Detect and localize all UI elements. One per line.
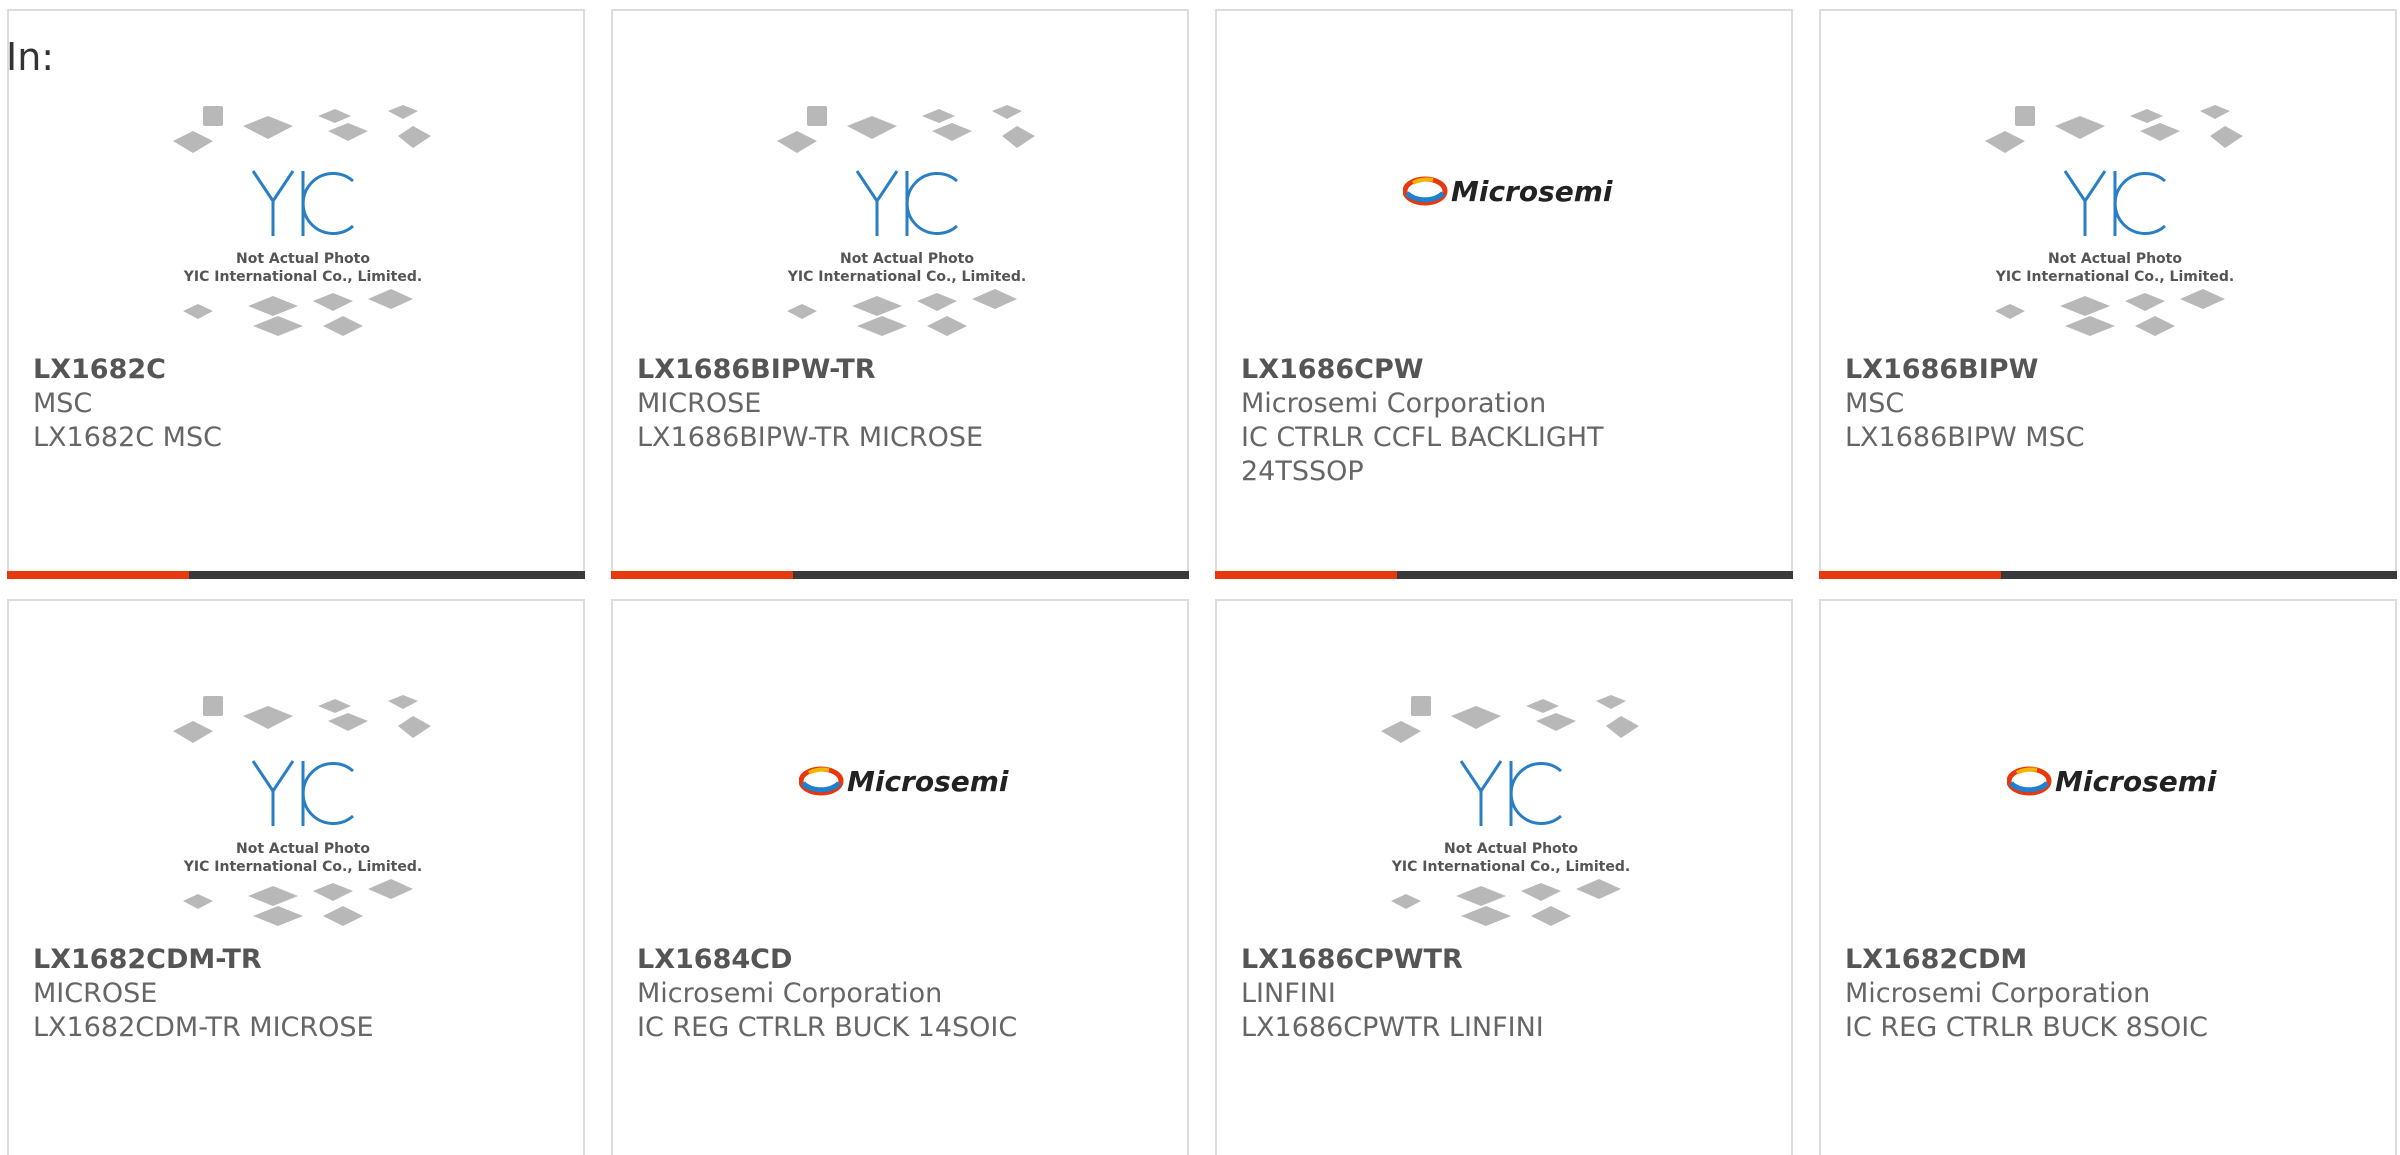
microsemi-logo-text: Microsemi xyxy=(2055,765,2217,798)
microsemi-logo-text: Microsemi xyxy=(1451,175,1613,208)
product-grid: Not Actual Photo YIC International Co., … xyxy=(0,0,2400,1155)
part-number[interactable]: LX1686CPWTR xyxy=(1241,943,1761,977)
placeholder-caption-1: Not Actual Photo xyxy=(2048,251,2182,267)
microsemi-logo-image: Microsemi xyxy=(799,765,1009,798)
part-number[interactable]: LX1682CDM xyxy=(1845,943,2365,977)
placeholder-caption-1: Not Actual Photo xyxy=(236,251,370,267)
placeholder-caption-2: YIC International Co., Limited. xyxy=(183,859,422,875)
product-info: LX1686BIPW-TR MICROSE LX1686BIPW-TR MICR… xyxy=(637,353,1157,455)
card-accent-bar xyxy=(1215,571,1793,579)
microsemi-logo-image: Microsemi xyxy=(2007,765,2217,798)
product-grid-page: In: Not Actual Photo YIC International C… xyxy=(0,0,2400,1155)
microsemi-logo-image: Microsemi xyxy=(1403,175,1613,208)
part-number[interactable]: LX1686CPW xyxy=(1241,353,1761,387)
description: IC REG CTRLR BUCK 8SOIC xyxy=(1845,1012,2209,1043)
part-number[interactable]: LX1682C xyxy=(33,353,553,387)
yic-placeholder-image: Not Actual Photo YIC International Co., … xyxy=(1985,105,2243,336)
product-info: LX1686CPWTR LINFINI LX1686CPWTR LINFINI xyxy=(1241,943,1761,1045)
description: IC CTRLR CCFL BACKLIGHT 24TSSOP xyxy=(1241,422,1604,487)
product-info: LX1682CDM Microsemi Corporation IC REG C… xyxy=(1845,943,2365,1045)
description: LX1686CPWTR LINFINI xyxy=(1241,1012,1544,1043)
filter-label: In: xyxy=(6,35,55,79)
placeholder-caption-1: Not Actual Photo xyxy=(840,251,974,267)
product-card[interactable]: Not Actual Photo YIC International Co., … xyxy=(1819,9,2397,579)
product-card[interactable]: Not Actual Photo YIC International Co., … xyxy=(7,599,585,1155)
yic-placeholder-image: Not Actual Photo YIC International Co., … xyxy=(173,105,431,336)
placeholder-caption-1: Not Actual Photo xyxy=(236,841,370,857)
manufacturer: Microsemi Corporation xyxy=(637,978,943,1009)
description: LX1682C MSC xyxy=(33,422,222,453)
placeholder-caption-2: YIC International Co., Limited. xyxy=(787,269,1026,285)
card-accent-bar xyxy=(7,571,585,579)
part-number[interactable]: LX1684CD xyxy=(637,943,1157,977)
placeholder-caption-2: YIC International Co., Limited. xyxy=(1391,859,1630,875)
product-card[interactable]: Microsemi LX1682CDM Microsemi Corporatio… xyxy=(1819,599,2397,1155)
product-info: LX1682C MSC LX1682C MSC xyxy=(33,353,553,455)
yic-placeholder-image: Not Actual Photo YIC International Co., … xyxy=(1381,695,1639,926)
product-image[interactable]: Microsemi xyxy=(613,681,1187,941)
yic-placeholder-image: Not Actual Photo YIC International Co., … xyxy=(777,105,1035,336)
product-info: LX1686BIPW MSC LX1686BIPW MSC xyxy=(1845,353,2365,455)
product-card[interactable]: Not Actual Photo YIC International Co., … xyxy=(1215,599,1793,1155)
description: LX1686BIPW-TR MICROSE xyxy=(637,422,984,453)
manufacturer: Microsemi Corporation xyxy=(1241,388,1547,419)
part-number[interactable]: LX1686BIPW xyxy=(1845,353,2365,387)
placeholder-caption-2: YIC International Co., Limited. xyxy=(183,269,422,285)
placeholder-caption-1: Not Actual Photo xyxy=(1444,841,1578,857)
manufacturer: Microsemi Corporation xyxy=(1845,978,2151,1009)
product-card[interactable]: Microsemi LX1684CD Microsemi Corporation… xyxy=(611,599,1189,1155)
microsemi-logo-text: Microsemi xyxy=(847,765,1009,798)
description: LX1682CDM-TR MICROSE xyxy=(33,1012,374,1043)
product-info: LX1686CPW Microsemi Corporation IC CTRLR… xyxy=(1241,353,1761,489)
manufacturer: MICROSE xyxy=(637,388,762,419)
product-image[interactable]: Microsemi xyxy=(1217,91,1791,351)
card-accent-bar xyxy=(1819,571,2397,579)
product-image[interactable]: Not Actual Photo YIC International Co., … xyxy=(1217,681,1791,941)
product-image[interactable]: Microsemi xyxy=(1821,681,2395,941)
product-image[interactable]: Not Actual Photo YIC International Co., … xyxy=(613,91,1187,351)
manufacturer: LINFINI xyxy=(1241,978,1336,1009)
product-card[interactable]: Not Actual Photo YIC International Co., … xyxy=(7,9,585,579)
manufacturer: MICROSE xyxy=(33,978,158,1009)
description: LX1686BIPW MSC xyxy=(1845,422,2085,453)
manufacturer: MSC xyxy=(1845,388,1905,419)
yic-placeholder-image: Not Actual Photo YIC International Co., … xyxy=(173,695,431,926)
part-number[interactable]: LX1686BIPW-TR xyxy=(637,353,1157,387)
product-image[interactable]: Not Actual Photo YIC International Co., … xyxy=(9,681,583,941)
product-info: LX1684CD Microsemi Corporation IC REG CT… xyxy=(637,943,1157,1045)
product-image[interactable]: Not Actual Photo YIC International Co., … xyxy=(9,91,583,351)
description: IC REG CTRLR BUCK 14SOIC xyxy=(637,1012,1018,1043)
placeholder-caption-2: YIC International Co., Limited. xyxy=(1995,269,2234,285)
manufacturer: MSC xyxy=(33,388,93,419)
product-image[interactable]: Not Actual Photo YIC International Co., … xyxy=(1821,91,2395,351)
product-info: LX1682CDM-TR MICROSE LX1682CDM-TR MICROS… xyxy=(33,943,553,1045)
product-card[interactable]: Not Actual Photo YIC International Co., … xyxy=(611,9,1189,579)
part-number[interactable]: LX1682CDM-TR xyxy=(33,943,553,977)
card-accent-bar xyxy=(611,571,1189,579)
product-card[interactable]: Microsemi LX1686CPW Microsemi Corporatio… xyxy=(1215,9,1793,579)
